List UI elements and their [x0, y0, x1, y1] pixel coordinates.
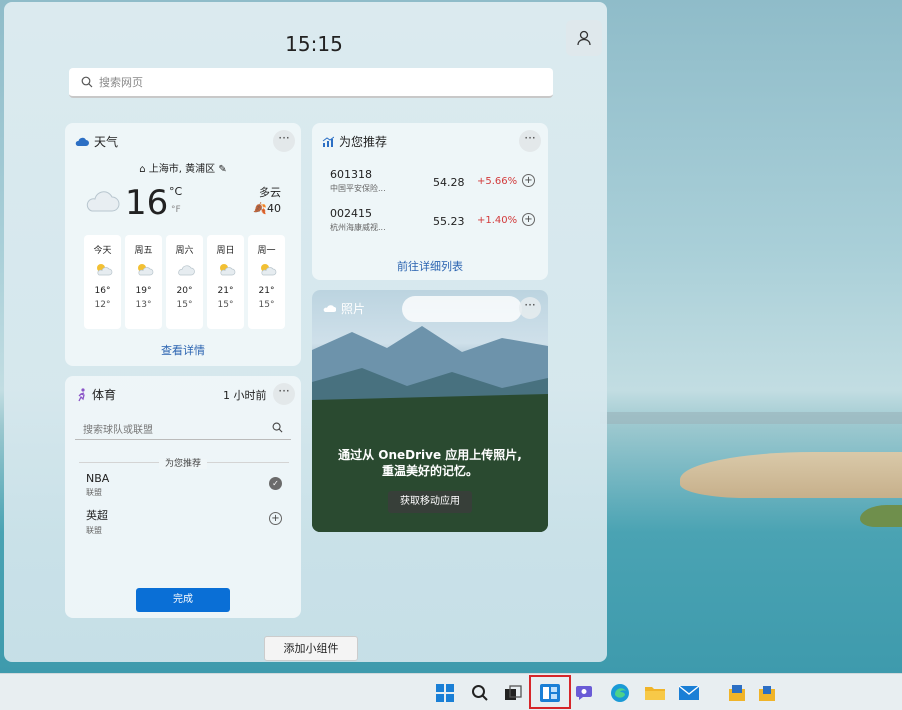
stock-price: 55.23	[433, 215, 465, 228]
photos-message-line1: 通过从 OneDrive 应用上传照片,	[338, 448, 522, 462]
current-temperature: 16	[125, 183, 169, 223]
stock-row[interactable]: 002415 杭州海康威视... 55.23 +1.40% +	[330, 207, 540, 233]
cloudy-icon	[166, 256, 203, 282]
add-league-icon[interactable]: +	[269, 512, 282, 525]
stocks-widget[interactable]: 为您推荐 ··· 601318 中国平安保险... 54.28 +5.66% +…	[312, 123, 548, 280]
partly-cloudy-icon	[248, 256, 285, 282]
start-icon[interactable]	[433, 681, 457, 705]
weather-cloud-icon	[75, 137, 89, 146]
add-stock-icon[interactable]: +	[522, 213, 535, 226]
desktop-grass	[860, 505, 902, 527]
add-widgets-button[interactable]: 添加小组件	[264, 636, 358, 661]
league-row-nba[interactable]: NBA 联盟 ✓	[86, 472, 282, 498]
partly-cloudy-icon	[207, 256, 244, 282]
taskbar	[0, 673, 902, 710]
sports-search-placeholder: 搜索球队或联盟	[83, 425, 153, 436]
cloudy-icon	[86, 191, 120, 212]
weather-details-link[interactable]: 查看详情	[65, 342, 301, 358]
stock-change: +5.66%	[477, 176, 518, 187]
checkmark-icon[interactable]: ✓	[269, 477, 282, 490]
partly-cloudy-icon	[84, 256, 121, 282]
photo-cloud	[402, 296, 522, 322]
mail-icon[interactable]	[677, 681, 701, 705]
photos-message-line2: 重温美好的记忆。	[381, 464, 478, 478]
onedrive-icon	[323, 305, 336, 312]
edit-pencil-icon[interactable]: ✎	[218, 164, 226, 175]
web-search-placeholder: 搜索网页	[99, 76, 143, 89]
edge-icon[interactable]	[608, 681, 632, 705]
forecast-day[interactable]: 周五 19° 13°	[125, 235, 162, 329]
app-icon-2[interactable]	[755, 681, 779, 705]
search-icon	[272, 422, 283, 433]
league-name: NBA	[86, 472, 110, 485]
league-type: 联盟	[86, 488, 102, 497]
league-name: 英超	[86, 509, 108, 522]
done-button[interactable]: 完成	[136, 588, 230, 612]
desktop-shoreline	[680, 452, 902, 498]
widgets-panel: 15:15 搜索网页 天气 ··· ⌂ 上海市, 黄浦区 ✎ 16 °C °F …	[4, 2, 607, 662]
forecast-day[interactable]: 周日 21° 15°	[207, 235, 244, 329]
weather-location: 上海市, 黄浦区	[148, 164, 216, 175]
forecast-day[interactable]: 今天 16° 12°	[84, 235, 121, 329]
file-explorer-icon[interactable]	[643, 681, 667, 705]
forecast-day[interactable]: 周一 21° 15°	[248, 235, 285, 329]
search-icon	[81, 76, 93, 88]
desktop-horizon	[600, 412, 902, 424]
weather-aqi: 40	[267, 202, 281, 215]
league-row-premier-league[interactable]: 英超 联盟 +	[86, 507, 282, 536]
photos-more-button[interactable]: ···	[519, 297, 541, 319]
chat-icon[interactable]	[573, 681, 597, 705]
get-mobile-app-button[interactable]: 获取移动应用	[388, 491, 472, 513]
photos-widget[interactable]: 照片 ··· 通过从 OneDrive 应用上传照片, 重温美好的记忆。 获取移…	[312, 290, 548, 532]
weather-title: 天气	[94, 135, 119, 149]
sports-updated-time: 1 小时前	[223, 389, 267, 402]
sports-section-label: 为您推荐	[158, 459, 207, 469]
running-icon	[78, 387, 85, 401]
weather-condition: 多云	[259, 186, 281, 199]
weather-more-button[interactable]: ···	[273, 130, 295, 152]
sports-title: 体育	[92, 388, 117, 402]
unit-celsius[interactable]: °C	[169, 185, 182, 198]
account-button[interactable]	[566, 20, 602, 56]
sports-widget[interactable]: 体育 1 小时前 ··· 搜索球队或联盟 为您推荐 NBA 联盟 ✓ 英超 联盟…	[65, 376, 301, 618]
weather-widget[interactable]: 天气 ··· ⌂ 上海市, 黄浦区 ✎ 16 °C °F 多云 🍂40 今天 1…	[65, 123, 301, 366]
stocks-title: 为您推荐	[339, 135, 388, 149]
add-stock-icon[interactable]: +	[522, 174, 535, 187]
league-type: 联盟	[86, 526, 102, 535]
partly-cloudy-icon	[125, 256, 162, 282]
unit-fahrenheit[interactable]: °F	[171, 205, 181, 215]
sports-search-input[interactable]: 搜索球队或联盟	[75, 414, 291, 440]
forecast-strip: 今天 16° 12° 周五 19° 13° 周六 20° 15° 周日 21°	[84, 235, 285, 329]
panel-clock: 15:15	[285, 32, 343, 56]
forecast-day[interactable]: 周六 20° 15°	[166, 235, 203, 329]
task-view-icon[interactable]	[501, 681, 525, 705]
widgets-icon[interactable]	[538, 681, 562, 705]
search-icon[interactable]	[468, 681, 492, 705]
stock-change: +1.40%	[477, 215, 518, 226]
photos-title: 照片	[341, 302, 366, 316]
web-search-box[interactable]: 搜索网页	[69, 68, 553, 98]
aqi-icon: 🍂	[253, 202, 267, 215]
stock-price: 54.28	[433, 176, 465, 189]
stock-row[interactable]: 601318 中国平安保险... 54.28 +5.66% +	[330, 168, 540, 194]
user-icon	[577, 30, 591, 46]
stocks-more-button[interactable]: ···	[519, 130, 541, 152]
stocks-list-link[interactable]: 前往详细列表	[312, 258, 548, 274]
stock-chart-icon	[322, 136, 334, 147]
sports-more-button[interactable]: ···	[273, 383, 295, 405]
home-icon: ⌂	[139, 164, 146, 175]
app-icon-1[interactable]	[725, 681, 749, 705]
